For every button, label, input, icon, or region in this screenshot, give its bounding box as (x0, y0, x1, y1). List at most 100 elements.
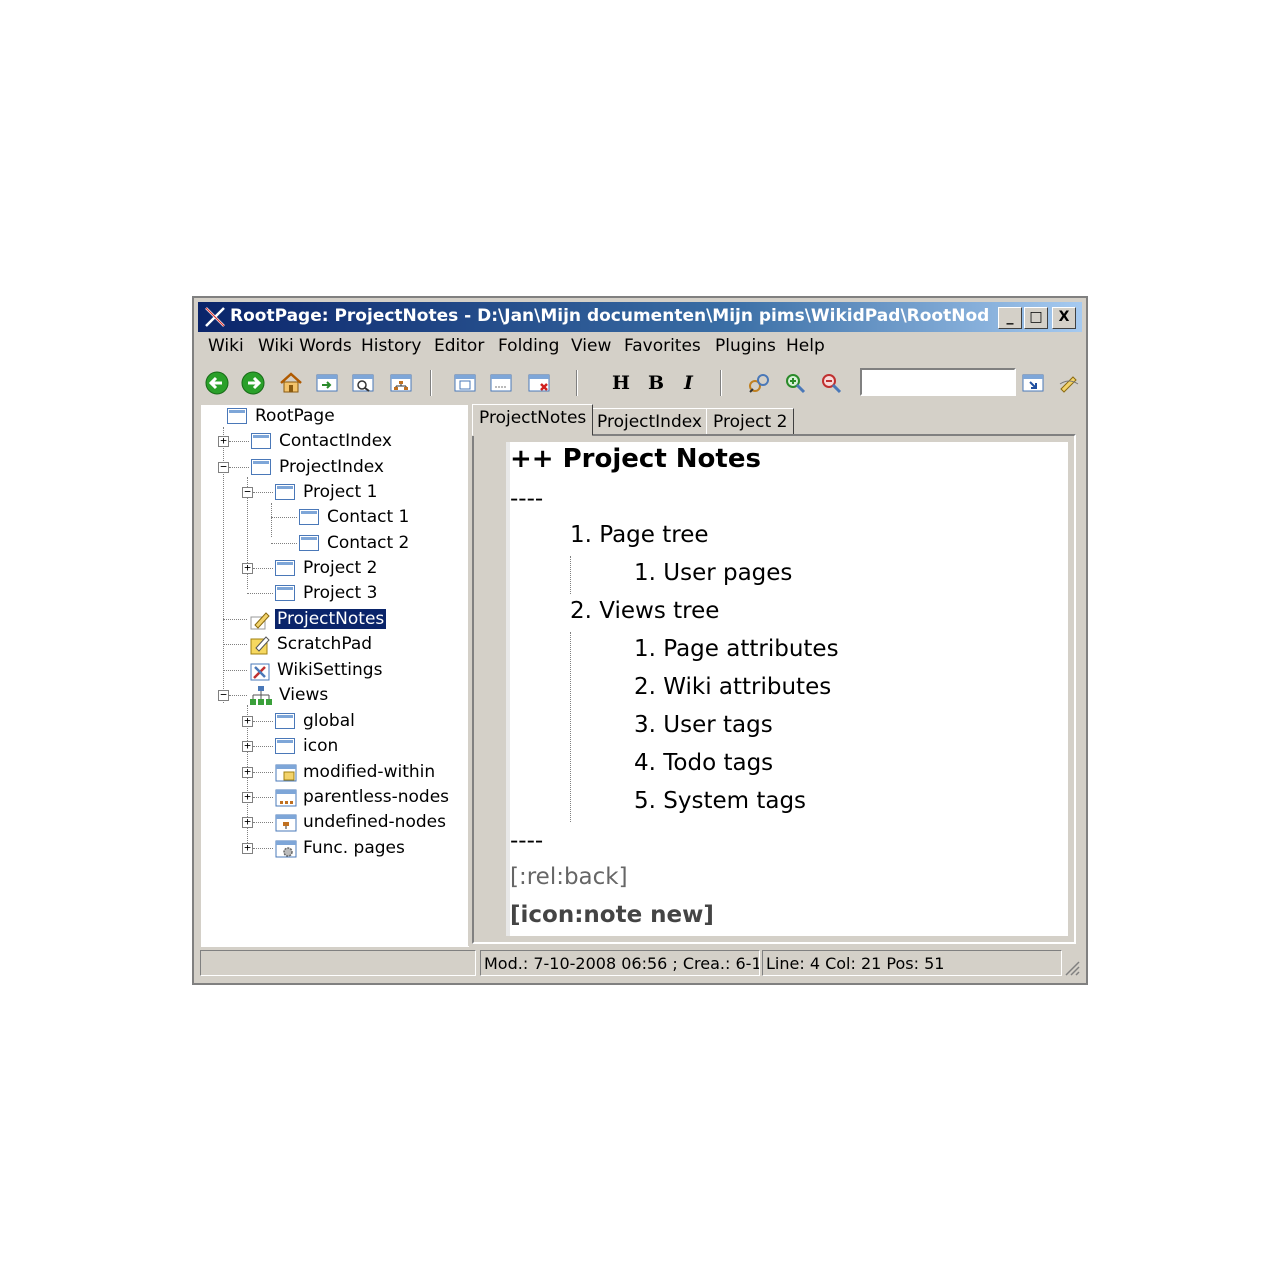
tree-connector (271, 517, 297, 518)
find-replace-icon[interactable] (746, 370, 772, 396)
tree-item-label: icon (303, 736, 339, 756)
tab-project-2[interactable]: Project 2 (706, 408, 795, 436)
expand-icon[interactable]: + (242, 816, 253, 828)
collapse-icon[interactable]: − (242, 486, 253, 498)
tree-item-label: RootPage (255, 406, 335, 426)
search-page-icon[interactable] (350, 370, 376, 396)
zoom-out-icon[interactable] (818, 370, 844, 396)
title-bar[interactable]: RootPage: ProjectNotes - D:\Jan\Mijn doc… (198, 302, 1082, 332)
tree-item-parentless-nodes[interactable]: + parentless-nodes (201, 786, 469, 810)
tree-item-rootpage[interactable]: RootPage (201, 405, 469, 429)
page-icon (299, 535, 319, 551)
zoom-in-icon[interactable] (782, 370, 808, 396)
tree-connector (223, 644, 247, 645)
tree-item-views[interactable]: − Views (201, 684, 469, 708)
toolbar-search-input[interactable] (860, 368, 1016, 396)
page-icon (251, 459, 271, 475)
forward-arrow-icon[interactable] (240, 370, 266, 396)
tree-item-project-2[interactable]: + Project 2 (201, 557, 469, 581)
tree-item-modified-within[interactable]: + modified-within (201, 761, 469, 785)
app-window: RootPage: ProjectNotes - D:\Jan\Mijn doc… (192, 296, 1088, 985)
page-tree-panel[interactable]: RootPage + ContactIndex − ProjectIndex −… (200, 404, 470, 948)
status-position: Line: 4 Col: 21 Pos: 51 (762, 950, 1062, 976)
page-icon (299, 509, 319, 525)
collapse-icon[interactable]: − (218, 461, 229, 473)
expand-icon[interactable]: + (242, 562, 253, 574)
menu-view[interactable]: View (571, 336, 611, 356)
status-left (200, 950, 476, 976)
page-icon (251, 433, 271, 449)
tree-connector (253, 746, 273, 747)
editor-line: 2. Wiki attributes (634, 674, 832, 700)
menu-wiki[interactable]: Wiki (208, 336, 244, 356)
menu-wiki-words[interactable]: Wiki Words (258, 336, 352, 356)
tree-item-scratchpad[interactable]: ScratchPad (201, 633, 469, 657)
tree-connector (223, 619, 247, 620)
resize-grip-icon[interactable] (1062, 958, 1080, 976)
app-icon (205, 307, 225, 327)
tree-item-label: Project 3 (303, 583, 378, 603)
editor-line: 4. Todo tags (634, 750, 774, 776)
editor-line: [icon:note new] (510, 902, 714, 928)
menu-help[interactable]: Help (786, 336, 825, 356)
collapse-icon[interactable]: − (218, 689, 229, 701)
tab-projectnotes[interactable]: ProjectNotes (472, 404, 594, 436)
pencil-tools-icon[interactable] (1056, 370, 1082, 396)
italic-button[interactable]: I (684, 372, 693, 394)
tree-item-undefined-nodes[interactable]: + undefined-nodes (201, 811, 469, 835)
bold-button[interactable]: B (648, 372, 664, 394)
tree-item-contact-2[interactable]: Contact 2 (201, 532, 469, 556)
tree-item-label: ScratchPad (277, 634, 373, 654)
tree-item-func-pages[interactable]: + Func. pages (201, 837, 469, 861)
open-page-icon[interactable] (314, 370, 340, 396)
menu-plugins[interactable]: Plugins (715, 336, 776, 356)
undefined-nodes-icon (275, 814, 297, 832)
menu-editor[interactable]: Editor (434, 336, 484, 356)
tree-item-project-1[interactable]: − Project 1 (201, 481, 469, 505)
editor-line: 2. Views tree (570, 598, 720, 624)
tab-projectindex[interactable]: ProjectIndex (590, 408, 709, 436)
new-page-icon[interactable] (452, 370, 478, 396)
status-dates: Mod.: 7-10-2008 06:56 ; Crea.: 6-1 (480, 950, 760, 976)
tree-connector (271, 543, 297, 544)
tree-item-project-3[interactable]: Project 3 (201, 582, 469, 606)
back-arrow-icon[interactable] (204, 370, 230, 396)
parentless-nodes-icon (275, 789, 297, 807)
tree-item-label: Project 2 (303, 558, 378, 578)
page-icon (227, 408, 247, 424)
expand-icon[interactable]: + (242, 791, 253, 803)
expand-icon[interactable]: + (242, 715, 253, 727)
close-page-icon[interactable] (526, 370, 552, 396)
menu-favorites[interactable]: Favorites (624, 336, 701, 356)
heading-button[interactable]: H (612, 372, 630, 394)
close-button[interactable]: X (1052, 307, 1076, 329)
settings-tools-icon (250, 663, 270, 681)
expand-icon[interactable]: + (242, 766, 253, 778)
expand-icon[interactable]: + (218, 435, 229, 447)
minimize-button[interactable]: _ (998, 307, 1022, 329)
toolbar-separator (430, 370, 432, 396)
tree-item-contact-1[interactable]: Contact 1 (201, 506, 469, 530)
home-icon[interactable] (278, 370, 304, 396)
save-page-icon[interactable] (488, 370, 514, 396)
editor-link-back[interactable]: [:rel:back] (510, 864, 628, 890)
page-icon (275, 713, 295, 729)
maximize-button[interactable]: □ (1024, 307, 1048, 329)
expand-icon[interactable]: + (242, 740, 253, 752)
editor-line: 1. Page tree (570, 522, 709, 548)
tree-item-label: parentless-nodes (303, 787, 450, 807)
tree-view-icon[interactable] (388, 370, 414, 396)
tree-item-icon[interactable]: + icon (201, 735, 469, 759)
text-editor[interactable]: ++ Project Notes ---- 1. Page tree 1. Us… (506, 442, 1068, 936)
expand-icon[interactable]: + (242, 842, 253, 854)
tree-item-projectindex[interactable]: − ProjectIndex (201, 456, 469, 480)
tree-item-global[interactable]: + global (201, 710, 469, 734)
tree-item-contactindex[interactable]: + ContactIndex (201, 430, 469, 454)
menu-history[interactable]: History (361, 336, 421, 356)
page-tabs: ProjectNotes ProjectIndex Project 2 (470, 404, 1080, 436)
tree-connector (253, 721, 273, 722)
menu-folding[interactable]: Folding (498, 336, 559, 356)
tree-item-projectnotes[interactable]: ProjectNotes (201, 608, 469, 632)
tree-item-wikisettings[interactable]: WikiSettings (201, 659, 469, 683)
search-go-icon[interactable] (1020, 370, 1046, 396)
